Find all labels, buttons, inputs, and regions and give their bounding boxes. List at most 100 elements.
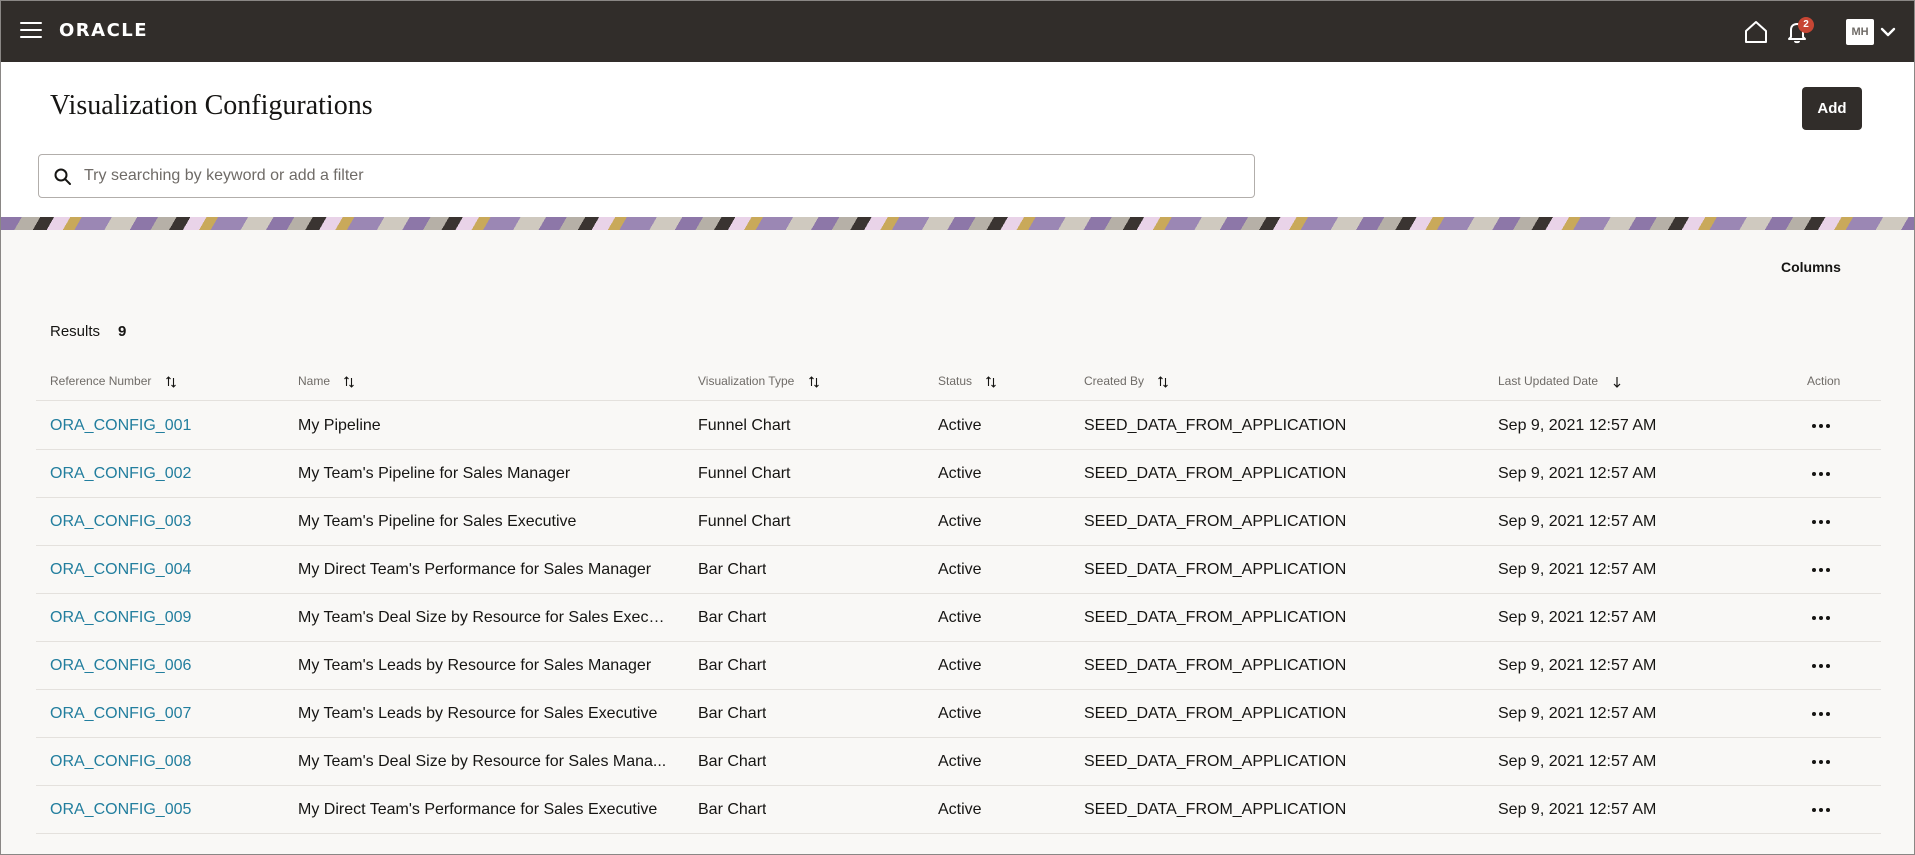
cell-reference-number[interactable]: ORA_CONFIG_005 (50, 801, 191, 819)
notification-badge: 2 (1798, 17, 1814, 33)
cell-created-by: SEED_DATA_FROM_APPLICATION (1084, 417, 1347, 434)
cell-name: My Team's Leads by Resource for Sales Ex… (298, 705, 658, 722)
cell-created-by: SEED_DATA_FROM_APPLICATION (1084, 465, 1347, 482)
cell-created-by: SEED_DATA_FROM_APPLICATION (1084, 513, 1347, 530)
search-bar[interactable] (38, 154, 1255, 198)
cell-name: My Direct Team's Performance for Sales M… (298, 561, 652, 578)
cell-name: My Team's Deal Size by Resource for Sale… (298, 609, 668, 626)
cell-reference-number[interactable]: ORA_CONFIG_007 (50, 705, 191, 723)
column-header-reference-number[interactable]: Reference Number (50, 374, 177, 388)
column-header-label: Status (938, 374, 973, 388)
cell-last-updated-date: Sep 9, 2021 12:57 AM (1498, 657, 1657, 674)
cell-visualization-type: Bar Chart (698, 561, 767, 578)
column-header-status[interactable]: Status (938, 374, 997, 388)
results-count: 9 (118, 323, 127, 340)
decorative-banner (1, 217, 1914, 230)
columns-button[interactable]: Columns (1781, 259, 1841, 275)
cell-reference-number[interactable]: ORA_CONFIG_009 (50, 609, 191, 627)
cell-created-by: SEED_DATA_FROM_APPLICATION (1084, 561, 1347, 578)
sort-icon (1158, 376, 1169, 388)
more-icon[interactable] (1807, 460, 1835, 488)
search-icon (54, 168, 71, 185)
cell-reference-number[interactable]: ORA_CONFIG_001 (50, 417, 191, 435)
hamburger-icon[interactable] (20, 22, 42, 40)
cell-name: My Team's Leads by Resource for Sales Ma… (298, 657, 652, 674)
results-label: Results (50, 323, 101, 340)
top-bar: ORACLE 2 MH (1, 1, 1914, 62)
table-row: ORA_CONFIG_002 My Team's Pipeline for Sal… (36, 450, 1881, 498)
cell-last-updated-date: Sep 9, 2021 12:57 AM (1498, 609, 1657, 626)
cell-status: Active (938, 801, 982, 818)
table-row: ORA_CONFIG_005 My Direct Team's Performan… (36, 786, 1881, 834)
more-icon[interactable] (1807, 748, 1835, 776)
cell-name: My Team's Pipeline for Sales Manager (298, 465, 571, 482)
cell-status: Active (938, 753, 982, 770)
more-icon[interactable] (1807, 604, 1835, 632)
cell-visualization-type: Funnel Chart (698, 465, 791, 482)
search-input[interactable] (84, 155, 1244, 197)
column-header-action: Action (1807, 374, 1841, 388)
cell-visualization-type: Bar Chart (698, 657, 767, 674)
cell-created-by: SEED_DATA_FROM_APPLICATION (1084, 705, 1347, 722)
cell-visualization-type: Bar Chart (698, 609, 767, 626)
cell-last-updated-date: Sep 9, 2021 12:57 AM (1498, 513, 1657, 530)
arrow-down-icon (1613, 376, 1621, 388)
table-row: ORA_CONFIG_006 My Team's Leads by Resourc… (36, 642, 1881, 690)
results-panel: Columns Results 9 Reference Number Name … (1, 230, 1914, 854)
add-button[interactable]: Add (1802, 87, 1862, 130)
table-row: ORA_CONFIG_003 My Team's Pipeline for Sal… (36, 498, 1881, 546)
app-frame: ORACLE 2 MH Visualization Configurations… (0, 0, 1915, 855)
table-header: Reference Number Name Visualization Type… (36, 361, 1881, 401)
column-header-name[interactable]: Name (298, 374, 355, 388)
column-header-created-by[interactable]: Created By (1084, 374, 1169, 388)
sort-icon (344, 376, 355, 388)
column-header-visualization-type[interactable]: Visualization Type (698, 374, 820, 388)
cell-last-updated-date: Sep 9, 2021 12:57 AM (1498, 465, 1657, 482)
cell-reference-number[interactable]: ORA_CONFIG_008 (50, 753, 191, 771)
sort-icon (808, 376, 819, 388)
page-title: Visualization Configurations (50, 90, 373, 121)
cell-status: Active (938, 657, 982, 674)
cell-reference-number[interactable]: ORA_CONFIG_004 (50, 561, 191, 579)
home-icon[interactable] (1743, 19, 1769, 45)
table-row: ORA_CONFIG_009 My Team's Deal Size by Res… (36, 594, 1881, 642)
cell-name: My Direct Team's Performance for Sales E… (298, 801, 658, 818)
cell-reference-number[interactable]: ORA_CONFIG_006 (50, 657, 191, 675)
cell-reference-number[interactable]: ORA_CONFIG_002 (50, 465, 191, 483)
column-header-label: Visualization Type (698, 374, 795, 388)
table-row: ORA_CONFIG_001 My Pipeline Funnel Chart Act… (36, 402, 1881, 450)
sort-icon (986, 376, 997, 388)
table-row: ORA_CONFIG_007 My Team's Leads by Resourc… (36, 690, 1881, 738)
cell-status: Active (938, 513, 982, 530)
more-icon[interactable] (1807, 508, 1835, 536)
table-row: ORA_CONFIG_004 My Direct Team's Performan… (36, 546, 1881, 594)
column-header-label: Reference Number (50, 374, 152, 388)
cell-status: Active (938, 561, 982, 578)
more-icon[interactable] (1807, 652, 1835, 680)
cell-created-by: SEED_DATA_FROM_APPLICATION (1084, 657, 1347, 674)
cell-visualization-type: Bar Chart (698, 705, 767, 722)
cell-name: My Team's Pipeline for Sales Executive (298, 513, 577, 530)
cell-status: Active (938, 705, 982, 722)
cell-visualization-type: Bar Chart (698, 753, 767, 770)
more-icon[interactable] (1807, 796, 1835, 824)
cell-visualization-type: Bar Chart (698, 801, 767, 818)
chevron-down-icon[interactable] (1879, 23, 1897, 41)
notifications-button[interactable]: 2 (1783, 17, 1814, 47)
more-icon[interactable] (1807, 700, 1835, 728)
column-header-label: Name (298, 374, 331, 388)
column-header-label: Created By (1084, 374, 1145, 388)
cell-created-by: SEED_DATA_FROM_APPLICATION (1084, 609, 1347, 626)
cell-name: My Pipeline (298, 417, 381, 434)
cell-visualization-type: Funnel Chart (698, 513, 791, 530)
cell-last-updated-date: Sep 9, 2021 12:57 AM (1498, 561, 1657, 578)
avatar[interactable]: MH (1846, 19, 1874, 45)
more-icon[interactable] (1807, 556, 1835, 584)
cell-last-updated-date: Sep 9, 2021 12:57 AM (1498, 417, 1657, 434)
cell-created-by: SEED_DATA_FROM_APPLICATION (1084, 801, 1347, 818)
column-header-last-updated-date[interactable]: Last Updated Date (1498, 374, 1623, 388)
cell-reference-number[interactable]: ORA_CONFIG_003 (50, 513, 191, 531)
more-icon[interactable] (1807, 412, 1835, 440)
table-row: ORA_CONFIG_008 My Team's Deal Size by Res… (36, 738, 1881, 786)
cell-name: My Team's Deal Size by Resource for Sale… (298, 753, 667, 770)
